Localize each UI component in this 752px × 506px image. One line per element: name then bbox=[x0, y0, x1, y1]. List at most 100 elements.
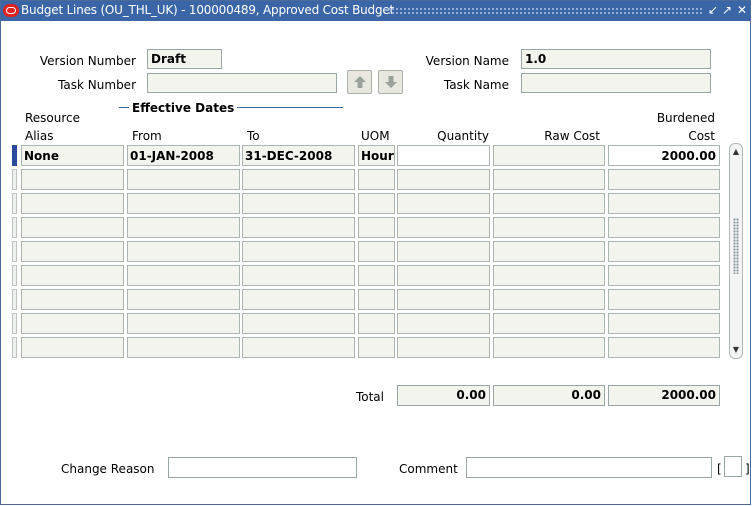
raw-cost-cell[interactable] bbox=[493, 241, 605, 262]
row-indicator[interactable] bbox=[12, 145, 17, 166]
raw-cost-cell[interactable] bbox=[493, 145, 605, 166]
raw-cost-cell[interactable] bbox=[493, 265, 605, 286]
resource-alias-cell[interactable] bbox=[21, 337, 124, 358]
scroll-down-icon[interactable]: ▼ bbox=[731, 345, 741, 355]
row-indicator[interactable] bbox=[12, 193, 17, 214]
raw-cost-cell[interactable] bbox=[493, 193, 605, 214]
from-date-cell[interactable]: 01-JAN-2008 bbox=[127, 145, 240, 166]
burdened-cost-header-line1: Burdened bbox=[656, 111, 715, 125]
burdened-cost-cell[interactable] bbox=[608, 169, 720, 190]
row-indicator[interactable] bbox=[12, 265, 17, 286]
arrow-down-icon bbox=[385, 76, 397, 88]
uom-cell[interactable] bbox=[358, 217, 395, 238]
raw-cost-cell[interactable] bbox=[493, 289, 605, 310]
to-date-cell[interactable] bbox=[242, 313, 355, 334]
row-indicator[interactable] bbox=[12, 217, 17, 238]
quantity-cell[interactable] bbox=[397, 217, 490, 238]
burdened-cost-cell[interactable] bbox=[608, 265, 720, 286]
to-date-cell[interactable]: 31-DEC-2008 bbox=[242, 145, 355, 166]
quantity-cell[interactable] bbox=[397, 145, 490, 166]
comment-field[interactable] bbox=[466, 457, 712, 478]
uom-cell[interactable] bbox=[358, 313, 395, 334]
quantity-cell[interactable] bbox=[397, 337, 490, 358]
raw-cost-cell[interactable] bbox=[493, 337, 605, 358]
row-indicator[interactable] bbox=[12, 337, 17, 358]
from-date-cell[interactable] bbox=[127, 241, 240, 262]
task-name-field[interactable] bbox=[521, 73, 711, 93]
resource-alias-cell[interactable]: None bbox=[21, 145, 124, 166]
burdened-cost-cell[interactable]: 2000.00 bbox=[608, 145, 720, 166]
quantity-cell[interactable] bbox=[397, 193, 490, 214]
uom-cell[interactable] bbox=[358, 193, 395, 214]
from-date-cell[interactable] bbox=[127, 193, 240, 214]
scroll-up-icon[interactable]: ▲ bbox=[731, 147, 741, 157]
window-title: Budget Lines (OU_THL_UK) - 100000489, Ap… bbox=[21, 3, 395, 17]
burdened-cost-cell[interactable] bbox=[608, 217, 720, 238]
to-date-cell[interactable] bbox=[242, 193, 355, 214]
budget-lines-window: Budget Lines (OU_THL_UK) - 100000489, Ap… bbox=[0, 0, 751, 505]
to-date-cell[interactable] bbox=[242, 241, 355, 262]
total-burdened-cost-field: 2000.00 bbox=[608, 385, 720, 406]
descriptive-flexfield[interactable] bbox=[724, 456, 742, 477]
resource-alias-cell[interactable] bbox=[21, 265, 124, 286]
burdened-cost-cell[interactable] bbox=[608, 241, 720, 262]
resource-alias-cell[interactable] bbox=[21, 289, 124, 310]
quantity-cell[interactable] bbox=[397, 313, 490, 334]
from-date-cell[interactable] bbox=[127, 169, 240, 190]
total-raw-cost-field: 0.00 bbox=[493, 385, 605, 406]
previous-task-button[interactable] bbox=[347, 70, 372, 94]
uom-cell[interactable]: Hours bbox=[358, 145, 395, 166]
resource-alias-cell[interactable] bbox=[21, 193, 124, 214]
task-number-label: Task Number bbox=[58, 78, 136, 92]
uom-cell[interactable] bbox=[358, 337, 395, 358]
burdened-cost-cell[interactable] bbox=[608, 313, 720, 334]
version-name-field[interactable]: 1.0 bbox=[521, 49, 711, 69]
from-date-cell[interactable] bbox=[127, 289, 240, 310]
raw-cost-cell[interactable] bbox=[493, 313, 605, 334]
from-date-cell[interactable] bbox=[127, 265, 240, 286]
close-icon[interactable]: ✕ bbox=[736, 4, 748, 17]
flexfield-bracket-close: ] bbox=[745, 462, 750, 476]
to-date-cell[interactable] bbox=[242, 289, 355, 310]
row-indicator[interactable] bbox=[12, 313, 17, 334]
burdened-cost-cell[interactable] bbox=[608, 337, 720, 358]
resource-alias-cell[interactable] bbox=[21, 241, 124, 262]
row-indicator[interactable] bbox=[12, 169, 17, 190]
uom-cell[interactable] bbox=[358, 169, 395, 190]
to-date-cell[interactable] bbox=[242, 337, 355, 358]
task-number-field[interactable] bbox=[147, 73, 337, 93]
raw-cost-cell[interactable] bbox=[493, 217, 605, 238]
row-indicator[interactable] bbox=[12, 241, 17, 262]
from-date-cell[interactable] bbox=[127, 217, 240, 238]
uom-cell[interactable] bbox=[358, 265, 395, 286]
version-number-field[interactable]: Draft bbox=[147, 49, 222, 69]
quantity-cell[interactable] bbox=[397, 241, 490, 262]
minimize-icon[interactable]: ↙ bbox=[707, 4, 719, 17]
from-date-cell[interactable] bbox=[127, 313, 240, 334]
resource-alias-cell[interactable] bbox=[21, 169, 124, 190]
quantity-cell[interactable] bbox=[397, 265, 490, 286]
resource-alias-cell[interactable] bbox=[21, 313, 124, 334]
row-indicator[interactable] bbox=[12, 289, 17, 310]
title-bar[interactable]: Budget Lines (OU_THL_UK) - 100000489, Ap… bbox=[1, 1, 750, 21]
to-date-cell[interactable] bbox=[242, 265, 355, 286]
to-date-cell[interactable] bbox=[242, 169, 355, 190]
change-reason-field[interactable] bbox=[168, 457, 357, 478]
quantity-cell[interactable] bbox=[397, 169, 490, 190]
resource-alias-header-line1: Resource bbox=[25, 111, 81, 125]
raw-cost-cell[interactable] bbox=[493, 169, 605, 190]
task-name-label: Task Name bbox=[443, 78, 509, 92]
quantity-cell[interactable] bbox=[397, 289, 490, 310]
to-date-cell[interactable] bbox=[242, 217, 355, 238]
maximize-icon[interactable]: ↗ bbox=[721, 4, 733, 17]
burdened-cost-cell[interactable] bbox=[608, 193, 720, 214]
uom-cell[interactable] bbox=[358, 241, 395, 262]
grid-scrollbar[interactable]: ▲ ▼ bbox=[729, 143, 743, 359]
burdened-cost-cell[interactable] bbox=[608, 289, 720, 310]
total-quantity-field: 0.00 bbox=[397, 385, 490, 406]
scroll-grip[interactable] bbox=[733, 218, 739, 274]
from-date-cell[interactable] bbox=[127, 337, 240, 358]
resource-alias-cell[interactable] bbox=[21, 217, 124, 238]
uom-cell[interactable] bbox=[358, 289, 395, 310]
next-task-button[interactable] bbox=[378, 70, 403, 94]
